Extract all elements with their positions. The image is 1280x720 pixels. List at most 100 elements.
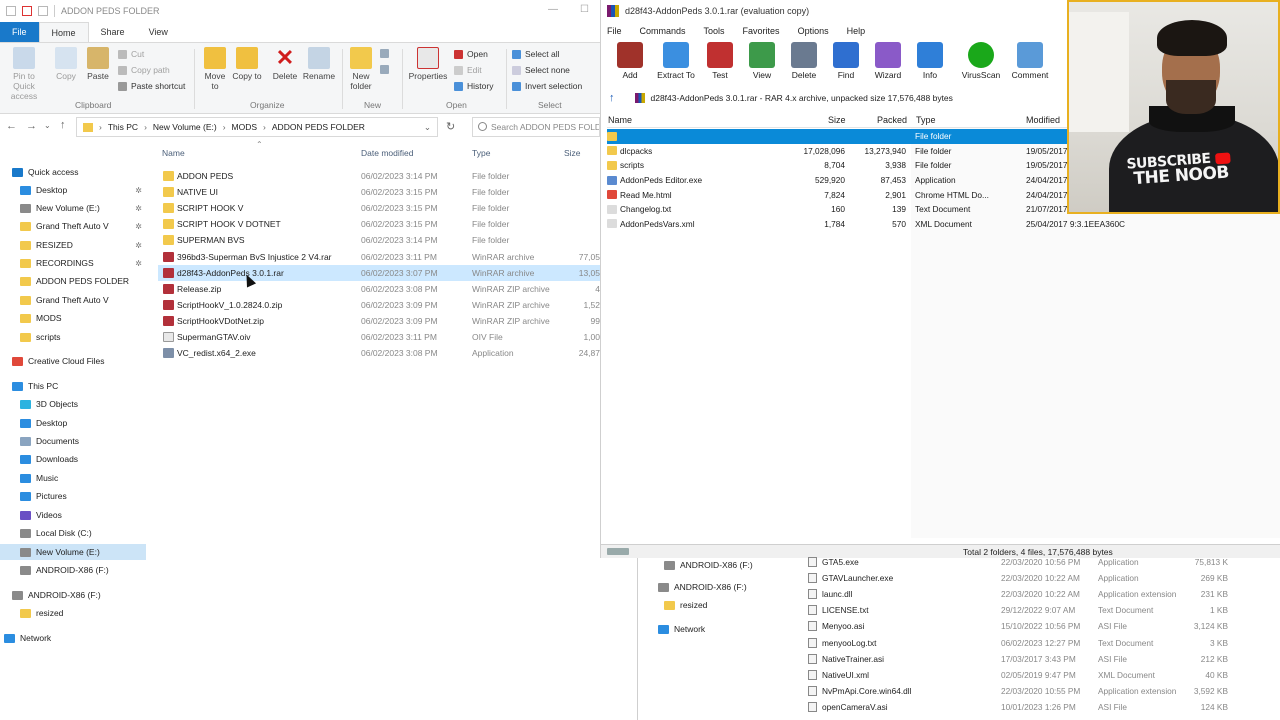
- nav-item[interactable]: MODS: [0, 310, 146, 326]
- column-header-type[interactable]: Type: [472, 148, 490, 158]
- nav-item[interactable]: Quick access: [0, 164, 146, 180]
- copy-path-button[interactable]: Copy path: [118, 65, 170, 75]
- file-row[interactable]: NvPmApi.Core.win64.dll 22/03/2020 10:55 P…: [808, 683, 1258, 699]
- nav-item[interactable]: Network: [0, 630, 146, 646]
- open-button[interactable]: Open: [454, 49, 488, 59]
- column-header-name[interactable]: Name: [162, 148, 185, 158]
- nav-item[interactable]: Desktop: [0, 415, 146, 431]
- easy-access-button[interactable]: [380, 65, 389, 74]
- menu-tools[interactable]: Tools: [704, 26, 725, 36]
- nav-item[interactable]: RESIZED ✲: [0, 237, 146, 253]
- breadcrumb-drive[interactable]: New Volume (E:): [153, 122, 217, 132]
- wr-column-type[interactable]: Type: [916, 115, 936, 125]
- file-row[interactable]: ADDON PEDS 06/02/2023 3:14 PM File folder: [158, 168, 600, 184]
- tool-find-button[interactable]: Find: [823, 42, 869, 80]
- nav-item[interactable]: ANDROID-X86 (F:): [0, 562, 146, 578]
- nav-item[interactable]: ANDROID-X86 (F:): [0, 587, 146, 603]
- file-row[interactable]: Release.zip 06/02/2023 3:08 PM WinRAR ZIP …: [158, 281, 600, 297]
- nav-item[interactable]: ANDROID-X86 (F:): [658, 582, 747, 592]
- nav-item[interactable]: RECORDINGS ✲: [0, 255, 146, 271]
- wr-column-modified[interactable]: Modified: [1026, 115, 1060, 125]
- nav-item[interactable]: Videos: [0, 507, 146, 523]
- wr-column-name[interactable]: Name: [608, 115, 632, 125]
- back-arrow-icon[interactable]: ←: [6, 120, 17, 132]
- tool-view-button[interactable]: View: [739, 42, 785, 80]
- file-row[interactable]: SCRIPT HOOK V DOTNET 06/02/2023 3:15 PM Fi…: [158, 216, 600, 232]
- tool-test-button[interactable]: Test: [697, 42, 743, 80]
- archive-path-bar[interactable]: ↑ d28f43-AddonPeds 3.0.1.rar - RAR 4.x a…: [609, 90, 1069, 106]
- tab-home[interactable]: Home: [38, 22, 89, 42]
- tool-info-button[interactable]: Info: [907, 42, 953, 80]
- file-row[interactable]: NativeTrainer.asi 17/03/2017 3:43 PM ASI F…: [808, 651, 1258, 667]
- nav-item[interactable]: Desktop ✲: [0, 182, 146, 198]
- menu-options[interactable]: Options: [798, 26, 829, 36]
- up-one-level-icon[interactable]: ↑: [609, 92, 615, 104]
- file-row[interactable]: 396bd3-Superman BvS Injustice 2 V4.rar 06…: [158, 249, 600, 265]
- paste-shortcut-button[interactable]: Paste shortcut: [118, 81, 185, 91]
- nav-item[interactable]: resized: [664, 600, 707, 610]
- file-row[interactable]: d28f43-AddonPeds 3.0.1.rar 06/02/2023 3:0…: [158, 264, 600, 281]
- wr-column-packed[interactable]: Packed: [877, 115, 907, 125]
- file-row[interactable]: NativeUI.xml 02/05/2019 9:47 PM XML Docume…: [808, 667, 1258, 683]
- search-input[interactable]: Search ADDON PEDS FOLDER: [472, 117, 600, 137]
- properties-button[interactable]: Properties: [406, 47, 450, 81]
- nav-item[interactable]: Network: [658, 624, 705, 634]
- address-bar[interactable]: › This PC › New Volume (E:) › MODS › ADD…: [76, 117, 438, 137]
- file-row[interactable]: GTA5.exe 22/03/2020 10:56 PM Application 75…: [808, 554, 1258, 570]
- undo-quick-icon[interactable]: [22, 6, 32, 16]
- nav-item[interactable]: resized: [0, 605, 146, 621]
- copy-to-button[interactable]: Copy to: [232, 47, 262, 81]
- column-header-date[interactable]: Date modified: [361, 148, 413, 158]
- file-row[interactable]: VC_redist.x64_2.exe 06/02/2023 3:08 PM App…: [158, 345, 600, 361]
- up-arrow-icon[interactable]: ↑: [60, 119, 66, 131]
- menu-help[interactable]: Help: [847, 26, 866, 36]
- nav-item[interactable]: Downloads: [0, 451, 146, 467]
- nav-item[interactable]: This PC: [0, 378, 146, 394]
- file-row[interactable]: ScriptHookV_1.0.2824.0.zip 06/02/2023 3:0…: [158, 297, 600, 313]
- nav-item[interactable]: ADDON PEDS FOLDER: [0, 273, 146, 289]
- nav-item[interactable]: Documents: [0, 433, 146, 449]
- nav-item[interactable]: Grand Theft Auto V ✲: [0, 218, 146, 234]
- copy-button[interactable]: Copy: [52, 47, 80, 81]
- nav-item[interactable]: New Volume (E:): [0, 544, 146, 560]
- tool-virusscan-button[interactable]: VirusScan: [958, 42, 1004, 80]
- delete-button[interactable]: ✕ Delete: [270, 47, 300, 82]
- nav-item[interactable]: Grand Theft Auto V: [0, 292, 146, 308]
- tool-add-button[interactable]: Add: [607, 42, 653, 80]
- tab-file[interactable]: File: [0, 22, 39, 42]
- nav-item[interactable]: Music: [0, 470, 146, 486]
- file-row[interactable]: NATIVE UI 06/02/2023 3:15 PM File folder: [158, 184, 600, 200]
- nav-item[interactable]: Creative Cloud Files: [0, 353, 146, 369]
- wr-column-size[interactable]: Size: [828, 115, 846, 125]
- breadcrumb-this-pc[interactable]: This PC: [108, 122, 138, 132]
- file-row[interactable]: ScriptHookVDotNet.zip 06/02/2023 3:09 PM W…: [158, 313, 600, 329]
- tab-view[interactable]: View: [137, 22, 180, 42]
- select-all-button[interactable]: Select all: [512, 49, 560, 59]
- forward-arrow-icon[interactable]: →: [26, 120, 37, 132]
- breadcrumb-current[interactable]: ADDON PEDS FOLDER: [272, 122, 365, 132]
- recent-chevron-icon[interactable]: ⌄: [44, 121, 51, 130]
- new-folder-quick-icon[interactable]: [38, 6, 48, 16]
- column-header-size[interactable]: Size: [564, 148, 581, 158]
- cut-button[interactable]: Cut: [118, 49, 144, 59]
- nav-item[interactable]: New Volume (E:) ✲: [0, 200, 146, 216]
- nav-item[interactable]: Local Disk (C:): [0, 525, 146, 541]
- breadcrumb-mods[interactable]: MODS: [232, 122, 258, 132]
- properties-quick-icon[interactable]: [6, 6, 16, 16]
- file-row[interactable]: SUPERMAN BVS 06/02/2023 3:14 PM File folde…: [158, 232, 600, 248]
- tool-wizard-button[interactable]: Wizard: [865, 42, 911, 80]
- nav-item[interactable]: scripts: [0, 329, 146, 345]
- refresh-icon[interactable]: ↻: [446, 120, 455, 133]
- file-row[interactable]: launc.dll 22/03/2020 10:22 AM Application …: [808, 586, 1258, 602]
- nav-item[interactable]: ANDROID-X86 (F:): [664, 560, 753, 570]
- address-dropdown-icon[interactable]: ⌄: [424, 122, 431, 133]
- archive-row[interactable]: AddonPedsVars.xml 1,784 570 XML Document 25/…: [607, 217, 1280, 232]
- file-row[interactable]: Menyoo.asi 15/10/2022 10:56 PM ASI File 3,1…: [808, 618, 1258, 634]
- history-button[interactable]: History: [454, 81, 493, 91]
- file-row[interactable]: openCameraV.asi 10/01/2023 1:26 PM ASI Fil…: [808, 699, 1258, 715]
- tab-share[interactable]: Share: [89, 22, 137, 42]
- maximize-icon[interactable]: ☐: [580, 4, 589, 15]
- rename-button[interactable]: Rename: [302, 47, 336, 81]
- move-to-button[interactable]: Move to: [200, 47, 230, 91]
- nav-item[interactable]: Pictures: [0, 488, 146, 504]
